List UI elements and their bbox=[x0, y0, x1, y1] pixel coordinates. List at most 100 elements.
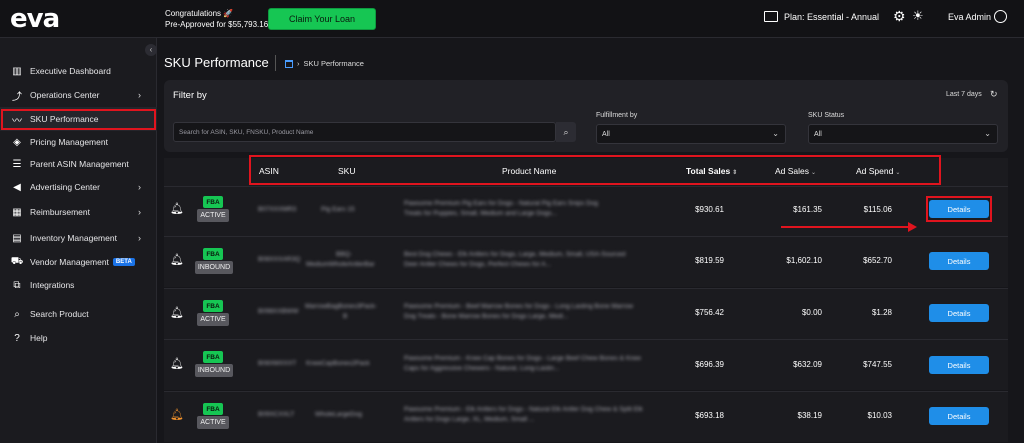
sidebar-item-integrations[interactable]: ⧉ Integrations bbox=[0, 273, 157, 297]
theme-sun-icon[interactable]: ☀ bbox=[912, 9, 926, 23]
annotation-box-details bbox=[926, 196, 992, 222]
truck-icon: ⛟ bbox=[10, 255, 24, 267]
fba-badge: FBA bbox=[203, 248, 223, 260]
sku-status-select[interactable]: All ⌄ bbox=[808, 124, 998, 144]
calendar-icon: ▦ bbox=[12, 206, 22, 218]
product-name-line2: Deer Antler Chews for Dogs, Perfect Chew… bbox=[404, 261, 552, 268]
bell-icon[interactable]: 🔔︎ bbox=[170, 203, 184, 215]
collapse-sidebar-icon[interactable]: ‹ bbox=[145, 44, 157, 56]
sidebar-item-vendor-management[interactable]: ⛟ Vendor Management BETA bbox=[0, 250, 157, 274]
chevron-right-icon: › bbox=[138, 233, 141, 243]
asin-cell[interactable]: B08XXXAR3Q bbox=[258, 255, 300, 265]
fba-badge: FBA bbox=[203, 403, 223, 415]
sku-cell: Pig Ears 15 bbox=[321, 206, 355, 213]
sidebar-item-label: Reimbursement bbox=[30, 207, 90, 217]
box-icon: ▤ bbox=[12, 232, 22, 244]
details-button[interactable]: Details bbox=[929, 407, 989, 425]
annotation-arrow-right bbox=[781, 226, 909, 228]
bell-alert-icon[interactable]: 🔔︎ bbox=[170, 409, 184, 421]
sidebar-item-reimbursement[interactable]: ▦ Reimbursement › bbox=[0, 200, 157, 224]
product-name-line2: Antlers for Dogs Large, XL, Medium, Smal… bbox=[404, 416, 535, 423]
sidebar-item-label: Parent ASIN Management bbox=[30, 159, 129, 169]
fulfillment-select[interactable]: All ⌄ bbox=[596, 124, 786, 144]
annotation-arrowhead-right bbox=[908, 222, 917, 232]
plan-label: Plan: Essential - Annual bbox=[784, 11, 880, 22]
asin-cell[interactable]: B08XMXXXT bbox=[258, 359, 296, 369]
sidebar-item-inventory-management[interactable]: ▤ Inventory Management › bbox=[0, 226, 157, 250]
search-input[interactable]: Search for ASIN, SKU, FNSKU, Product Nam… bbox=[173, 122, 556, 142]
monitor-icon bbox=[764, 11, 778, 22]
sidebar-item-label: Advertising Center bbox=[30, 182, 100, 192]
settings-gear-icon[interactable]: ⚙ bbox=[893, 9, 907, 23]
search-icon: ⌕ bbox=[14, 308, 20, 320]
product-name-line2: Caps for Aggressive Chewers - Natural, L… bbox=[404, 365, 560, 372]
sku-cell-line2: MediumWholeAntlerBar bbox=[306, 261, 375, 268]
ad-sales-cell: $1,602.10 bbox=[786, 256, 822, 265]
fulfillment-label: Fulfillment by bbox=[596, 112, 638, 119]
eva-logo[interactable]: eva bbox=[10, 6, 60, 32]
sidebar-item-operations-center[interactable]: ⤴ Operations Center › bbox=[0, 83, 157, 107]
beta-badge: BETA bbox=[112, 258, 135, 266]
ad-sales-cell: $632.09 bbox=[793, 360, 822, 369]
user-avatar-icon[interactable] bbox=[994, 10, 1007, 23]
refresh-icon[interactable]: ↻ bbox=[990, 89, 998, 100]
search-button[interactable]: ⌕ bbox=[556, 122, 576, 142]
breadcrumb: › SKU Performance bbox=[285, 59, 364, 68]
chevron-right-icon: › bbox=[138, 182, 141, 192]
bell-icon[interactable]: 🔔︎ bbox=[170, 358, 184, 370]
page-title: SKU Performance bbox=[164, 55, 269, 70]
asin-cell[interactable]: B07XXXMR3 bbox=[258, 205, 296, 215]
sidebar-item-parent-asin-management[interactable]: ☰ Parent ASIN Management bbox=[0, 152, 157, 176]
preapproval-amount: Pre-Approved for $55,793.16 bbox=[165, 20, 269, 29]
ad-sales-cell: $161.35 bbox=[793, 205, 822, 214]
fulfillment-value: All bbox=[602, 130, 610, 138]
breadcrumb-current: SKU Performance bbox=[303, 59, 364, 68]
status-badge: INBOUND bbox=[195, 364, 233, 377]
sidebar-item-pricing-management[interactable]: ◈ Pricing Management bbox=[0, 130, 157, 154]
product-name-line2: Treats for Puppies, Small, Medium and La… bbox=[404, 210, 557, 217]
sidebar-item-help[interactable]: ? Help bbox=[0, 326, 157, 350]
chevron-down-icon: ⌄ bbox=[772, 129, 779, 138]
asin-cell[interactable]: B09XCXXLT bbox=[258, 410, 294, 420]
sku-status-value: All bbox=[814, 130, 822, 138]
sku-cell-line2: B bbox=[343, 313, 348, 320]
status-badge: INBOUND bbox=[195, 261, 233, 274]
ad-spend-cell: $747.55 bbox=[863, 360, 892, 369]
bell-icon[interactable]: 🔔︎ bbox=[170, 307, 184, 319]
sidebar-item-label: Integrations bbox=[30, 280, 75, 290]
fba-badge: FBA bbox=[203, 351, 223, 363]
ad-spend-cell: $652.70 bbox=[863, 256, 892, 265]
tag-icon: ◈ bbox=[13, 136, 21, 148]
sku-cell: KneeCapBones2Pack bbox=[306, 360, 370, 367]
sidebar-item-label: Executive Dashboard bbox=[30, 66, 111, 76]
bell-icon[interactable]: 🔔︎ bbox=[170, 254, 184, 266]
total-sales-cell: $693.18 bbox=[695, 411, 724, 420]
date-range-selector[interactable]: Last 7 days bbox=[946, 91, 982, 98]
sidebar-item-label: Inventory Management bbox=[30, 233, 117, 243]
user-name[interactable]: Eva Admin bbox=[948, 12, 991, 22]
sidebar-item-search-product[interactable]: ⌕ Search Product bbox=[0, 302, 157, 326]
search-icon: ⌕ bbox=[563, 126, 569, 137]
title-divider bbox=[275, 55, 276, 71]
details-button[interactable]: Details bbox=[929, 356, 989, 374]
integration-icon: ⧉ bbox=[13, 279, 21, 291]
asin-cell[interactable]: B098XXBWW bbox=[258, 307, 298, 317]
sidebar-item-executive-dashboard[interactable]: ▥ Executive Dashboard bbox=[0, 59, 157, 83]
home-icon[interactable] bbox=[285, 59, 293, 68]
total-sales-cell: $819.59 bbox=[695, 256, 724, 265]
plan-indicator[interactable]: Plan: Essential - Annual bbox=[764, 11, 879, 22]
total-sales-cell: $930.61 bbox=[695, 205, 724, 214]
sku-cell: MarrowBagBones3Pack- bbox=[305, 303, 377, 310]
claim-loan-button[interactable]: Claim Your Loan bbox=[268, 8, 376, 30]
sku-status-label: SKU Status bbox=[808, 112, 845, 119]
sidebar-item-advertising-center[interactable]: ◀ Advertising Center › bbox=[0, 175, 157, 199]
fba-badge: FBA bbox=[203, 196, 223, 208]
ad-spend-cell: $115.06 bbox=[863, 205, 892, 214]
sidebar-item-label: Search Product bbox=[30, 309, 89, 319]
details-button[interactable]: Details bbox=[929, 252, 989, 270]
congrats-label: Congratulations bbox=[165, 9, 222, 18]
megaphone-icon: ◀ bbox=[13, 181, 21, 193]
details-button[interactable]: Details bbox=[929, 304, 989, 322]
total-sales-cell: $756.42 bbox=[695, 308, 724, 317]
chevron-right-icon: › bbox=[138, 90, 141, 100]
